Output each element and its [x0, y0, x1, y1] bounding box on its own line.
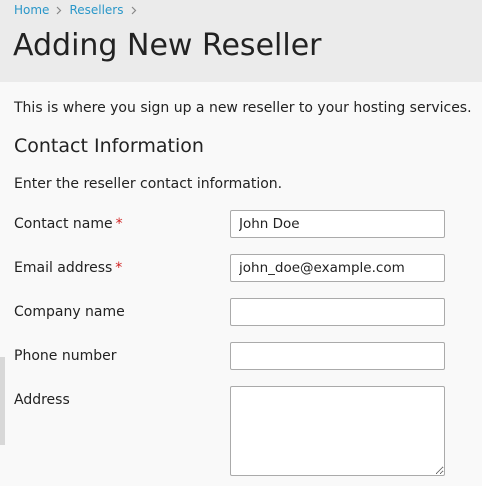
email-address-input[interactable]	[230, 254, 445, 282]
email-address-label: Email address *	[14, 258, 122, 278]
page-title: Adding New Reseller	[13, 28, 322, 63]
breadcrumb: Home Resellers	[14, 2, 144, 18]
page-header: Home Resellers Adding New Reseller	[0, 0, 482, 82]
chevron-right-icon	[131, 6, 137, 15]
email-address-label-text: Email address	[14, 260, 113, 276]
required-marker: *	[115, 216, 123, 232]
phone-number-label: Phone number	[14, 348, 117, 364]
side-panel-handle[interactable]	[0, 357, 5, 445]
company-name-label: Company name	[14, 304, 125, 320]
company-name-input[interactable]	[230, 298, 445, 326]
address-textarea[interactable]	[230, 386, 445, 476]
page-intro-text: This is where you sign up a new reseller…	[14, 100, 472, 116]
chevron-right-icon	[56, 6, 62, 15]
breadcrumb-home-link[interactable]: Home	[14, 3, 49, 17]
section-title: Contact Information	[14, 135, 204, 157]
contact-name-input[interactable]	[230, 210, 445, 238]
section-description: Enter the reseller contact information.	[14, 176, 283, 192]
breadcrumb-resellers-link[interactable]: Resellers	[69, 3, 123, 17]
phone-number-input[interactable]	[230, 342, 445, 370]
contact-name-label-text: Contact name	[14, 216, 113, 232]
address-label: Address	[14, 392, 70, 408]
contact-name-label: Contact name *	[14, 214, 123, 234]
required-marker: *	[115, 260, 123, 276]
